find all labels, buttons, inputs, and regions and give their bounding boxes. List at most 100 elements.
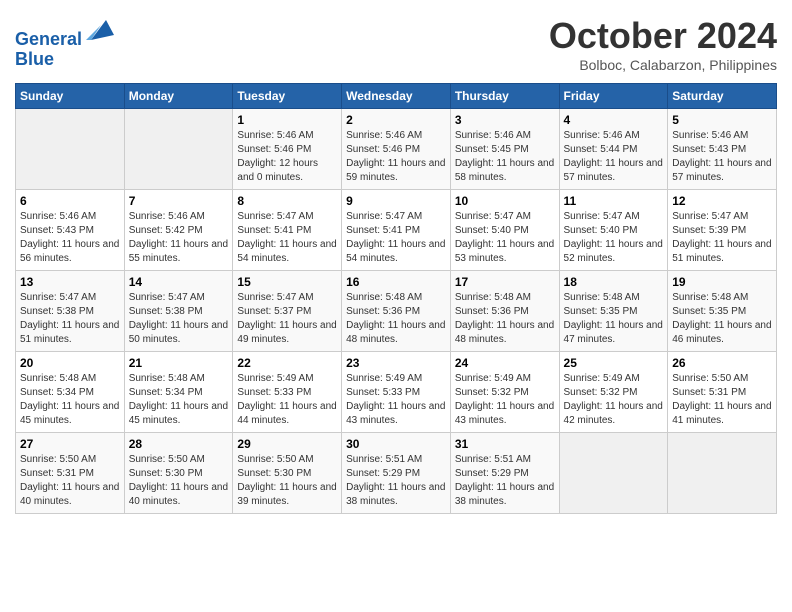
sunset-text: Sunset: 5:35 PM xyxy=(672,305,772,319)
day-number: 6 xyxy=(20,194,120,208)
sunset-text: Sunset: 5:39 PM xyxy=(672,224,772,238)
day-number: 14 xyxy=(129,275,229,289)
day-detail: Sunrise: 5:47 AMSunset: 5:38 PMDaylight:… xyxy=(129,291,229,347)
calendar-cell: 13Sunrise: 5:47 AMSunset: 5:38 PMDayligh… xyxy=(16,271,125,352)
daylight-text: Daylight: 11 hours and 56 minutes. xyxy=(20,238,120,266)
sunrise-text: Sunrise: 5:48 AM xyxy=(455,291,555,305)
day-detail: Sunrise: 5:48 AMSunset: 5:35 PMDaylight:… xyxy=(672,291,772,347)
calendar-cell: 23Sunrise: 5:49 AMSunset: 5:33 PMDayligh… xyxy=(342,352,451,433)
sunset-text: Sunset: 5:35 PM xyxy=(564,305,664,319)
day-detail: Sunrise: 5:51 AMSunset: 5:29 PMDaylight:… xyxy=(455,453,555,509)
sunrise-text: Sunrise: 5:47 AM xyxy=(237,210,337,224)
day-number: 22 xyxy=(237,356,337,370)
sunrise-text: Sunrise: 5:49 AM xyxy=(564,372,664,386)
daylight-text: Daylight: 11 hours and 48 minutes. xyxy=(455,319,555,347)
day-number: 5 xyxy=(672,113,772,127)
sunrise-text: Sunrise: 5:47 AM xyxy=(20,291,120,305)
calendar-week-2: 6Sunrise: 5:46 AMSunset: 5:43 PMDaylight… xyxy=(16,190,777,271)
sunset-text: Sunset: 5:34 PM xyxy=(129,386,229,400)
calendar-cell: 27Sunrise: 5:50 AMSunset: 5:31 PMDayligh… xyxy=(16,433,125,514)
title-block: October 2024 Bolboc, Calabarzon, Philipp… xyxy=(549,15,777,73)
sunrise-text: Sunrise: 5:49 AM xyxy=(455,372,555,386)
daylight-text: Daylight: 12 hours and 0 minutes. xyxy=(237,157,337,185)
calendar-cell: 26Sunrise: 5:50 AMSunset: 5:31 PMDayligh… xyxy=(668,352,777,433)
calendar-cell: 8Sunrise: 5:47 AMSunset: 5:41 PMDaylight… xyxy=(233,190,342,271)
sunrise-text: Sunrise: 5:51 AM xyxy=(455,453,555,467)
day-detail: Sunrise: 5:48 AMSunset: 5:35 PMDaylight:… xyxy=(564,291,664,347)
sunrise-text: Sunrise: 5:46 AM xyxy=(237,129,337,143)
sunrise-text: Sunrise: 5:46 AM xyxy=(20,210,120,224)
sunrise-text: Sunrise: 5:46 AM xyxy=(672,129,772,143)
sunrise-text: Sunrise: 5:48 AM xyxy=(672,291,772,305)
weekday-header-wednesday: Wednesday xyxy=(342,84,451,109)
day-detail: Sunrise: 5:49 AMSunset: 5:32 PMDaylight:… xyxy=(455,372,555,428)
day-number: 1 xyxy=(237,113,337,127)
daylight-text: Daylight: 11 hours and 59 minutes. xyxy=(346,157,446,185)
daylight-text: Daylight: 11 hours and 45 minutes. xyxy=(20,400,120,428)
calendar-cell: 28Sunrise: 5:50 AMSunset: 5:30 PMDayligh… xyxy=(124,433,233,514)
day-number: 28 xyxy=(129,437,229,451)
calendar-cell: 12Sunrise: 5:47 AMSunset: 5:39 PMDayligh… xyxy=(668,190,777,271)
calendar-cell: 19Sunrise: 5:48 AMSunset: 5:35 PMDayligh… xyxy=(668,271,777,352)
day-number: 10 xyxy=(455,194,555,208)
sunrise-text: Sunrise: 5:48 AM xyxy=(564,291,664,305)
sunset-text: Sunset: 5:40 PM xyxy=(564,224,664,238)
calendar-cell: 20Sunrise: 5:48 AMSunset: 5:34 PMDayligh… xyxy=(16,352,125,433)
daylight-text: Daylight: 11 hours and 46 minutes. xyxy=(672,319,772,347)
day-detail: Sunrise: 5:46 AMSunset: 5:46 PMDaylight:… xyxy=(346,129,446,185)
daylight-text: Daylight: 11 hours and 55 minutes. xyxy=(129,238,229,266)
day-number: 18 xyxy=(564,275,664,289)
calendar-cell: 16 Sunrise: 5:48 AMSunset: 5:36 PMDayligh… xyxy=(342,271,451,352)
sunrise-text: Sunrise: 5:50 AM xyxy=(129,453,229,467)
sunset-text: Sunset: 5:33 PM xyxy=(346,386,446,400)
sunrise-text: Sunrise: 5:47 AM xyxy=(237,291,337,305)
day-number: 16 xyxy=(346,275,446,289)
logo-text: General xyxy=(15,15,116,50)
day-number: 21 xyxy=(129,356,229,370)
month-title: October 2024 xyxy=(549,15,777,57)
sunrise-text: Sunrise: 5:47 AM xyxy=(129,291,229,305)
day-detail: Sunrise: 5:48 AMSunset: 5:36 PMDaylight:… xyxy=(346,291,446,347)
daylight-text: Daylight: 11 hours and 38 minutes. xyxy=(455,481,555,509)
sunset-text: Sunset: 5:31 PM xyxy=(20,467,120,481)
calendar-week-5: 27Sunrise: 5:50 AMSunset: 5:31 PMDayligh… xyxy=(16,433,777,514)
daylight-text: Daylight: 11 hours and 42 minutes. xyxy=(564,400,664,428)
calendar-cell xyxy=(124,109,233,190)
weekday-header-saturday: Saturday xyxy=(668,84,777,109)
day-number: 4 xyxy=(564,113,664,127)
daylight-text: Daylight: 11 hours and 53 minutes. xyxy=(455,238,555,266)
calendar-cell: 21Sunrise: 5:48 AMSunset: 5:34 PMDayligh… xyxy=(124,352,233,433)
day-number: 15 xyxy=(237,275,337,289)
sunset-text: Sunset: 5:32 PM xyxy=(564,386,664,400)
day-detail: Sunrise: 5:47 AMSunset: 5:41 PMDaylight:… xyxy=(346,210,446,266)
calendar-cell: 5Sunrise: 5:46 AMSunset: 5:43 PMDaylight… xyxy=(668,109,777,190)
day-detail: Sunrise: 5:50 AMSunset: 5:30 PMDaylight:… xyxy=(237,453,337,509)
weekday-header-tuesday: Tuesday xyxy=(233,84,342,109)
day-detail: Sunrise: 5:47 AMSunset: 5:40 PMDaylight:… xyxy=(455,210,555,266)
sunrise-text: Sunrise: 5:47 AM xyxy=(564,210,664,224)
logo: General Blue xyxy=(15,15,116,70)
daylight-text: Daylight: 11 hours and 44 minutes. xyxy=(237,400,337,428)
day-detail: Sunrise: 5:47 AMSunset: 5:39 PMDaylight:… xyxy=(672,210,772,266)
sunset-text: Sunset: 5:29 PM xyxy=(346,467,446,481)
day-detail: Sunrise: 5:49 AMSunset: 5:33 PMDaylight:… xyxy=(237,372,337,428)
day-detail: Sunrise: 5:48 AMSunset: 5:34 PMDaylight:… xyxy=(20,372,120,428)
sunset-text: Sunset: 5:29 PM xyxy=(455,467,555,481)
daylight-text: Daylight: 11 hours and 51 minutes. xyxy=(20,319,120,347)
weekday-header-sunday: Sunday xyxy=(16,84,125,109)
calendar-cell xyxy=(16,109,125,190)
calendar-cell: 1 Sunrise: 5:46 AMSunset: 5:46 PMDaylight… xyxy=(233,109,342,190)
day-number: 17 xyxy=(455,275,555,289)
sunrise-text: Sunrise: 5:49 AM xyxy=(237,372,337,386)
calendar-cell: 22 Sunrise: 5:49 AMSunset: 5:33 PMDayligh… xyxy=(233,352,342,433)
sunrise-text: Sunrise: 5:47 AM xyxy=(672,210,772,224)
day-detail: Sunrise: 5:46 AMSunset: 5:44 PMDaylight:… xyxy=(564,129,664,185)
day-number: 30 xyxy=(346,437,446,451)
daylight-text: Daylight: 11 hours and 54 minutes. xyxy=(346,238,446,266)
calendar-week-3: 13Sunrise: 5:47 AMSunset: 5:38 PMDayligh… xyxy=(16,271,777,352)
weekday-header-friday: Friday xyxy=(559,84,668,109)
sunset-text: Sunset: 5:31 PM xyxy=(672,386,772,400)
day-detail: Sunrise: 5:46 AMSunset: 5:46 PMDaylight:… xyxy=(237,129,337,185)
calendar-cell: 30Sunrise: 5:51 AMSunset: 5:29 PMDayligh… xyxy=(342,433,451,514)
sunrise-text: Sunrise: 5:47 AM xyxy=(346,210,446,224)
